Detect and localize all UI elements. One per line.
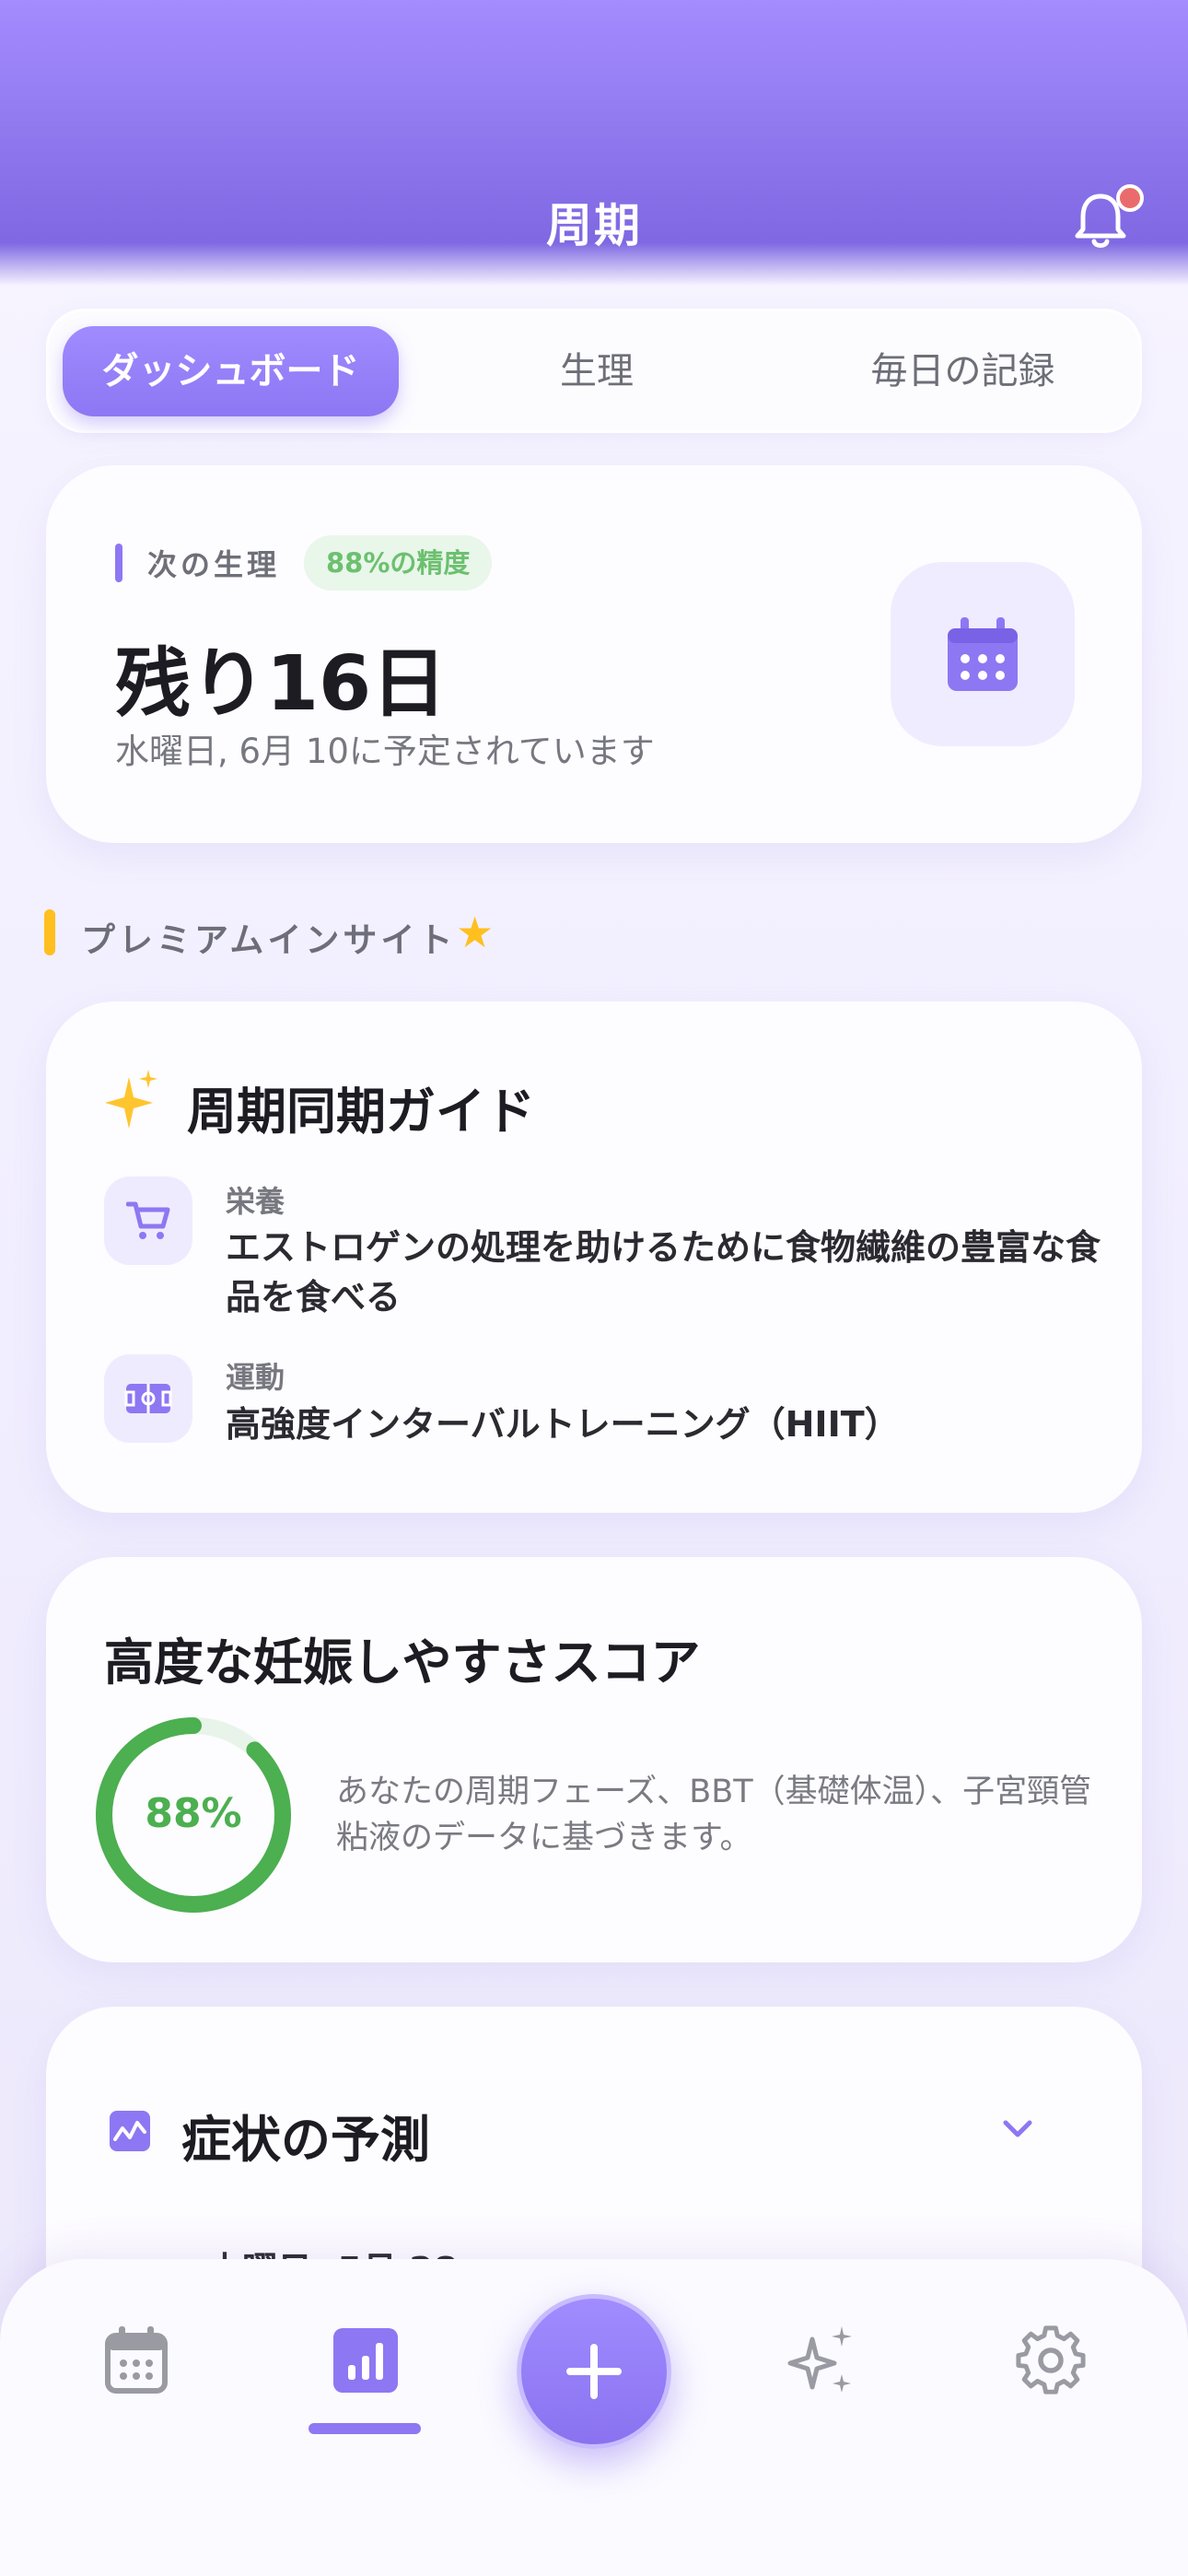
sync-guide-card: 周期同期ガイド 栄養 エストロゲンの処理を助けるために食物繊維の豊富な食品を食べ… <box>46 1001 1142 1513</box>
calendar-icon <box>948 617 1018 691</box>
next-period-card[interactable]: 次の生理 88%の精度 残り16日 水曜日, 6月 10に予定されています <box>46 465 1142 843</box>
section-title: プレミアムインサイト <box>81 920 457 960</box>
cart-icon <box>126 1201 170 1239</box>
notification-badge <box>1116 184 1144 212</box>
section-accent-bar <box>44 909 55 955</box>
nav-settings-icon[interactable] <box>1009 2319 1092 2402</box>
active-tab-indicator <box>309 2423 421 2434</box>
page-title: 周期 <box>546 199 642 252</box>
calendar-button[interactable] <box>891 562 1075 746</box>
chevron-down-icon[interactable] <box>995 2106 1041 2152</box>
fertility-score: 88% <box>145 1790 242 1837</box>
segmented-tabs: ダッシュボード 生理 毎日の記録 <box>46 309 1142 433</box>
accent-bar <box>115 544 122 582</box>
days-left: 残り16日 <box>115 640 448 728</box>
exercise-text: 高強度インターバルトレーニング（HIIT） <box>226 1404 900 1445</box>
exercise-label: 運動 <box>226 1360 285 1395</box>
tab-daily-log[interactable]: 毎日の記録 <box>795 326 1131 416</box>
field-icon <box>124 1384 172 1413</box>
tab-dashboard[interactable]: ダッシュボード <box>63 326 399 416</box>
nav-insights-icon[interactable] <box>324 2319 407 2402</box>
nutrition-text: エストロゲンの処理を助けるために食物繊維の豊富な食品を食べる <box>226 1227 1101 1317</box>
nav-sparkles-icon[interactable] <box>781 2319 864 2402</box>
nav-calendar-icon[interactable] <box>95 2319 178 2402</box>
fertility-score-card: 高度な妊娠しやすさスコア 88% あなたの周期フェーズ、BBT（基礎体温）、子宮… <box>46 1557 1142 1962</box>
chart-icon <box>110 2111 150 2151</box>
nutrition-label: 栄養 <box>226 1184 285 1219</box>
sparkle-icon <box>105 1070 157 1129</box>
add-button[interactable] <box>517 2294 671 2449</box>
accuracy-badge: 88%の精度 <box>304 535 493 591</box>
fertility-title: 高度な妊娠しやすさスコア <box>104 1633 701 1692</box>
tab-period[interactable]: 生理 <box>468 326 726 416</box>
next-period-label: 次の生理 <box>147 547 281 582</box>
plus-icon <box>566 2344 622 2399</box>
symptoms-title: 症状の予測 <box>181 2111 430 2169</box>
fertility-description: あなたの周期フェーズ、BBT（基礎体温）、子宮頸管粘液のデータに基づきます。 <box>336 1774 1092 1856</box>
star-icon: ★ <box>456 907 495 957</box>
nutrition-icon-box <box>104 1177 192 1265</box>
sync-guide-title: 周期同期ガイド <box>187 1083 535 1141</box>
exercise-icon-box <box>104 1354 192 1443</box>
scheduled-date: 水曜日, 6月 10に予定されています <box>115 732 655 771</box>
